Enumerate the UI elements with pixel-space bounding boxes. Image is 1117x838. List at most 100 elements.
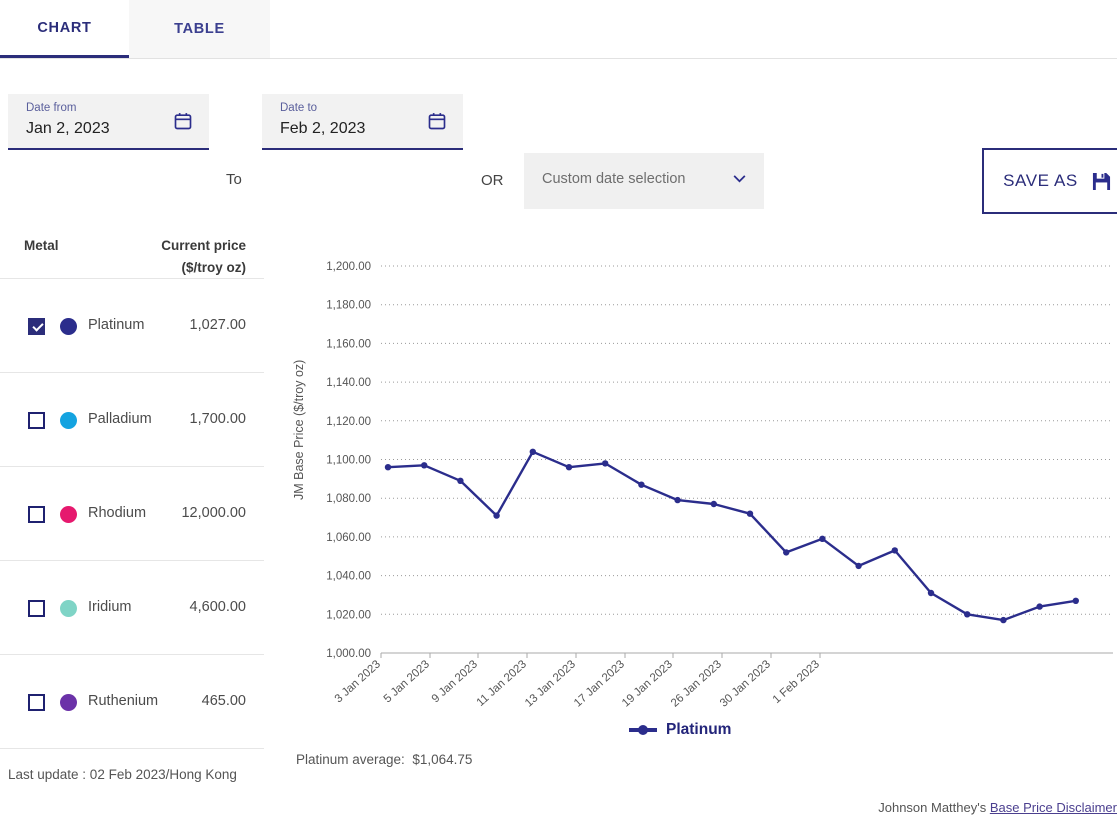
metal-name: Ruthenium bbox=[88, 693, 158, 709]
tab-table-label: TABLE bbox=[174, 21, 225, 37]
series-point-platinum[interactable] bbox=[457, 478, 463, 484]
y-axis-tick-label: 1,020.00 bbox=[326, 609, 371, 621]
series-point-platinum[interactable] bbox=[385, 464, 391, 470]
calendar-icon[interactable] bbox=[173, 111, 193, 131]
tab-chart[interactable]: CHART bbox=[0, 0, 129, 58]
metal-price: 465.00 bbox=[202, 693, 246, 709]
y-axis-tick-label: 1,060.00 bbox=[326, 532, 371, 544]
x-axis-tick-label: 13 Jan 2023 bbox=[523, 658, 578, 709]
series-point-platinum[interactable] bbox=[711, 501, 717, 507]
date-from-value: Jan 2, 2023 bbox=[26, 120, 110, 138]
metal-checkbox-rhodium[interactable] bbox=[28, 506, 45, 523]
x-axis-tick-label: 11 Jan 2023 bbox=[475, 658, 529, 709]
y-axis-tick-label: 1,000.00 bbox=[326, 648, 371, 660]
disclaimer-note: Johnson Matthey's Base Price Disclaimer bbox=[878, 800, 1117, 815]
metal-color-dot-rhodium bbox=[60, 506, 77, 523]
disclaimer-prefix: Johnson Matthey's bbox=[878, 800, 990, 815]
metal-price: 4,600.00 bbox=[190, 599, 246, 615]
date-to-value: Feb 2, 2023 bbox=[280, 120, 365, 138]
series-point-platinum[interactable] bbox=[892, 547, 898, 553]
series-point-platinum[interactable] bbox=[928, 590, 934, 596]
save-disk-icon bbox=[1092, 172, 1111, 191]
series-point-platinum[interactable] bbox=[783, 549, 789, 555]
column-header-unit: ($/troy oz) bbox=[181, 260, 246, 275]
date-from-field[interactable]: Date from Jan 2, 2023 bbox=[8, 94, 209, 150]
series-point-platinum[interactable] bbox=[638, 482, 644, 488]
metal-color-dot-ruthenium bbox=[60, 694, 77, 711]
metal-price: 1,027.00 bbox=[190, 317, 246, 333]
metal-price-chart-page: CHART TABLE Date from Jan 2, 2023 To Dat… bbox=[0, 0, 1117, 838]
chart-legend[interactable]: Platinum bbox=[629, 721, 731, 739]
metal-row[interactable]: Ruthenium 465.00 bbox=[0, 654, 264, 748]
series-point-platinum[interactable] bbox=[1073, 598, 1079, 604]
tab-chart-label: CHART bbox=[37, 20, 91, 36]
y-axis-tick-label: 1,140.00 bbox=[326, 377, 371, 389]
series-point-platinum[interactable] bbox=[747, 511, 753, 517]
tab-bar: CHART TABLE bbox=[0, 0, 1117, 59]
metal-checkbox-palladium[interactable] bbox=[28, 412, 45, 429]
x-axis-tick-label: 30 Jan 2023 bbox=[718, 658, 773, 709]
x-axis-tick-label: 17 Jan 2023 bbox=[572, 658, 627, 709]
series-point-platinum[interactable] bbox=[421, 462, 427, 468]
column-header-metal: Metal bbox=[24, 238, 59, 253]
chevron-down-icon bbox=[733, 175, 746, 183]
series-point-platinum[interactable] bbox=[530, 449, 536, 455]
metal-name: Palladium bbox=[88, 411, 152, 427]
y-axis-tick-label: 1,100.00 bbox=[326, 455, 371, 467]
series-point-platinum[interactable] bbox=[964, 611, 970, 617]
legend-marker-platinum bbox=[629, 728, 657, 732]
average-label: Platinum average: bbox=[296, 752, 405, 767]
series-point-platinum[interactable] bbox=[566, 464, 572, 470]
custom-date-selection-value: Custom date selection bbox=[542, 171, 685, 187]
price-chart: JM Base Price ($/troy oz) 1,200.001,180.… bbox=[264, 200, 1117, 800]
metal-checkbox-ruthenium[interactable] bbox=[28, 694, 45, 711]
metal-row[interactable]: Platinum 1,027.00 bbox=[0, 278, 264, 372]
metal-row[interactable]: Palladium 1,700.00 bbox=[0, 372, 264, 466]
metal-list-sidebar: Metal Current price ($/troy oz) Platinum… bbox=[0, 200, 264, 798]
y-axis-tick-label: 1,120.00 bbox=[326, 416, 371, 428]
date-to-label: Date to bbox=[280, 102, 317, 114]
series-point-platinum[interactable] bbox=[1036, 603, 1042, 609]
to-separator: To bbox=[226, 171, 242, 188]
average-value: $1,064.75 bbox=[412, 752, 472, 767]
base-price-disclaimer-link[interactable]: Base Price Disclaimer bbox=[990, 800, 1117, 815]
date-controls: Date from Jan 2, 2023 To Date to Feb 2, … bbox=[0, 59, 1117, 187]
metal-color-dot-palladium bbox=[60, 412, 77, 429]
chart-canvas: 1,200.001,180.001,160.001,140.001,120.00… bbox=[264, 200, 1117, 720]
series-point-platinum[interactable] bbox=[674, 497, 680, 503]
date-from-label: Date from bbox=[26, 102, 77, 114]
metal-row[interactable]: Rhodium 12,000.00 bbox=[0, 466, 264, 560]
date-to-field[interactable]: Date to Feb 2, 2023 bbox=[262, 94, 463, 150]
metal-name: Rhodium bbox=[88, 505, 146, 521]
save-as-label: SAVE AS bbox=[1003, 171, 1078, 191]
metal-checkbox-iridium[interactable] bbox=[28, 600, 45, 617]
y-axis-tick-label: 1,160.00 bbox=[326, 338, 371, 350]
series-line-platinum bbox=[388, 452, 1076, 620]
x-axis-tick-label: 5 Jan 2023 bbox=[382, 658, 432, 705]
tab-table[interactable]: TABLE bbox=[129, 0, 270, 58]
last-update-text: Last update : 02 Feb 2023/Hong Kong bbox=[8, 767, 237, 782]
metal-name: Iridium bbox=[88, 599, 132, 615]
x-axis-tick-label: 3 Jan 2023 bbox=[333, 658, 383, 705]
or-separator: OR bbox=[481, 172, 504, 189]
y-axis-tick-label: 1,080.00 bbox=[326, 493, 371, 505]
series-point-platinum[interactable] bbox=[602, 460, 608, 466]
x-axis-tick-label: 1 Feb 2023 bbox=[771, 658, 822, 706]
series-point-platinum[interactable] bbox=[855, 563, 861, 569]
metal-price: 12,000.00 bbox=[181, 505, 246, 521]
column-header-current-price: Current price bbox=[161, 238, 246, 253]
metal-name: Platinum bbox=[88, 317, 144, 333]
series-point-platinum[interactable] bbox=[819, 536, 825, 542]
metal-color-dot-platinum bbox=[60, 318, 77, 335]
series-point-platinum[interactable] bbox=[493, 512, 499, 518]
metal-checkbox-platinum[interactable] bbox=[28, 318, 45, 335]
metal-list-header: Metal Current price ($/troy oz) bbox=[0, 200, 264, 278]
legend-label-platinum: Platinum bbox=[666, 721, 731, 739]
x-axis-tick-label: 26 Jan 2023 bbox=[669, 658, 724, 709]
calendar-icon[interactable] bbox=[427, 111, 447, 131]
metal-row[interactable]: Iridium 4,600.00 bbox=[0, 560, 264, 654]
metal-price: 1,700.00 bbox=[190, 411, 246, 427]
series-point-platinum[interactable] bbox=[1000, 617, 1006, 623]
x-axis-tick-label: 19 Jan 2023 bbox=[620, 658, 675, 709]
metal-color-dot-iridium bbox=[60, 600, 77, 617]
